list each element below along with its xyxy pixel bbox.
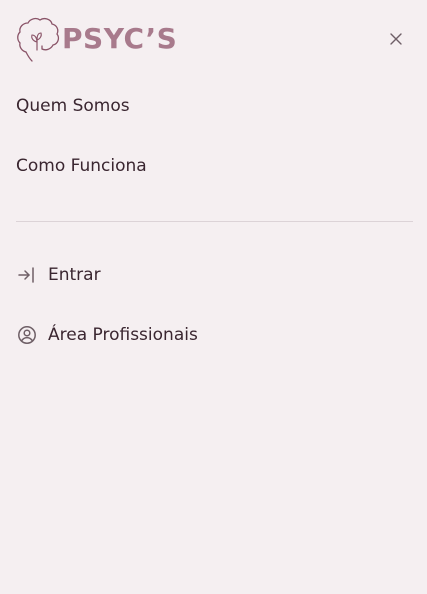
- login-arrow-icon: [16, 264, 38, 286]
- nav-link-quem-somos[interactable]: Quem Somos: [16, 98, 130, 115]
- mobile-menu-panel: PSYC’S Quem Somos Como Funciona Entrar Á…: [0, 0, 427, 594]
- menu-divider: [16, 221, 413, 222]
- brain-leaf-icon: [17, 17, 60, 62]
- user-circle-icon: [16, 324, 38, 346]
- menu-header: PSYC’S: [16, 14, 177, 64]
- professional-area-button[interactable]: Área Profissionais: [16, 324, 198, 346]
- professional-area-label: Área Profissionais: [48, 324, 198, 345]
- nav-link-como-funciona[interactable]: Como Funciona: [16, 158, 147, 175]
- login-button[interactable]: Entrar: [16, 264, 101, 286]
- brand-logo-link[interactable]: PSYC’S: [16, 16, 177, 62]
- close-icon: [390, 33, 402, 45]
- login-label: Entrar: [48, 264, 101, 285]
- close-menu-button[interactable]: [384, 27, 408, 51]
- brand-name: PSYC’S: [62, 22, 178, 55]
